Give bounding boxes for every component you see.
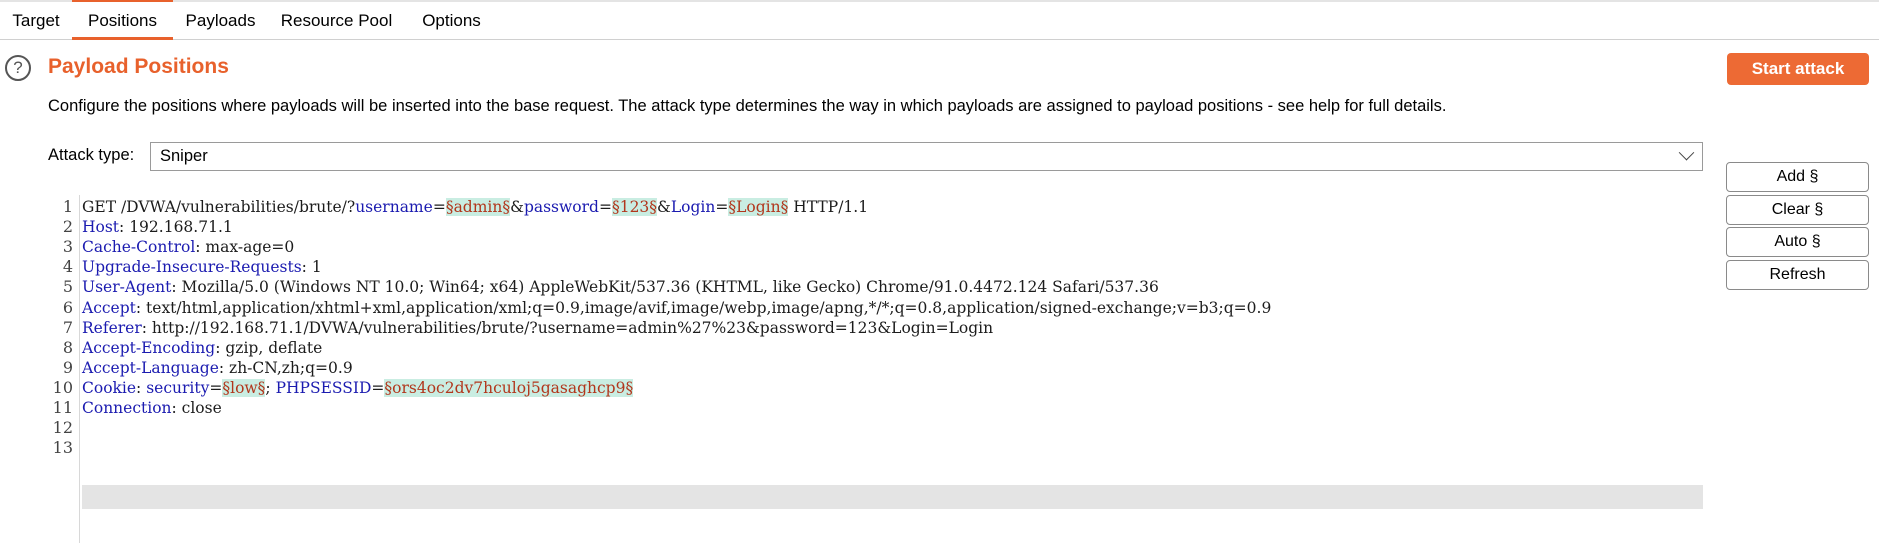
request-text-segment: : text/html,application/xhtml+xml,applic… (135, 298, 1272, 317)
tab-positions[interactable]: Positions (72, 0, 173, 40)
request-key: Accept (82, 298, 136, 317)
section-title: Payload Positions (48, 55, 229, 78)
request-text-segment: HTTP/1.1 (788, 198, 869, 216)
request-text-segment: = (598, 198, 612, 216)
request-key: Accept-Encoding (82, 338, 216, 357)
request-line: Connection: close (82, 396, 222, 420)
request-text-segment: & (510, 198, 524, 216)
request-text-segment: = (715, 198, 729, 216)
request-text[interactable]: GET /DVWA/vulnerabilities/brute/?usernam… (82, 195, 1703, 543)
question-circle-icon[interactable]: ? (5, 55, 31, 81)
request-text-segment: : zh-CN,zh;q=0.9 (218, 358, 353, 377)
auto-positions-button[interactable]: Auto § (1726, 227, 1869, 257)
request-text-segment: & (657, 198, 671, 216)
payload-position-marker: §ors4oc2dv7hculoj5gasaghcp9§ (384, 378, 634, 397)
request-text-segment: : http://192.168.71.1/DVWA/vulnerabiliti… (141, 318, 994, 337)
request-key: security (146, 378, 210, 397)
line-number: 4 (62, 257, 73, 277)
line-number: 7 (62, 317, 73, 337)
request-key: Referer (82, 318, 142, 337)
request-text-segment: : max-age=0 (195, 238, 295, 257)
line-number: 1 (62, 197, 73, 216)
refresh-button[interactable]: Refresh (1726, 260, 1869, 290)
request-key: Cache-Control (82, 238, 196, 257)
request-key: username (355, 198, 433, 216)
request-text-segment: ; (265, 378, 276, 397)
request-text-segment: : close (171, 399, 222, 417)
attack-type-value: Sniper (160, 147, 208, 165)
line-number-gutter: 1 2 3 4 5 6 7 8 9 10 11 12 13 (48, 195, 80, 543)
request-key: Accept-Language (82, 358, 219, 377)
request-text-segment: : 1 (301, 258, 322, 277)
add-position-button[interactable]: Add § (1726, 162, 1869, 192)
tab-bar: Target Positions Payloads Resource Pool … (0, 0, 1879, 40)
request-key: PHPSESSID (275, 378, 372, 397)
request-editor[interactable]: 1 2 3 4 5 6 7 8 9 10 11 12 13 GET /DVWA/vulnerabilit… (48, 195, 1703, 543)
tab-target[interactable]: Target (0, 2, 72, 39)
line-number: 6 (62, 297, 73, 317)
line-number: 11 (52, 398, 73, 417)
tab-payloads[interactable]: Payloads (173, 2, 268, 39)
clear-positions-button[interactable]: Clear § (1726, 195, 1869, 225)
attack-type-select[interactable]: Sniper (150, 142, 1703, 171)
current-line-highlight (82, 485, 1703, 509)
request-key: password (523, 198, 599, 216)
request-key: Cookie (82, 378, 137, 397)
request-key: Upgrade-Insecure-Requests (82, 258, 302, 277)
tab-resource-pool[interactable]: Resource Pool (268, 2, 405, 39)
start-attack-button[interactable]: Start attack (1727, 53, 1869, 85)
line-number: 5 (62, 277, 73, 297)
payload-position-marker: §admin§ (445, 198, 511, 216)
chevron-down-icon (1678, 144, 1695, 161)
tab-options[interactable]: Options (405, 2, 498, 39)
request-text-segment: GET /DVWA/vulnerabilities/brute/? (82, 198, 356, 216)
request-key: Host (82, 218, 120, 237)
line-number: 13 (52, 438, 73, 458)
line-number: 9 (62, 357, 73, 377)
line-number: 12 (52, 418, 73, 438)
request-text-segment: : 192.168.71.1 (119, 218, 233, 237)
request-text-segment: = (432, 198, 446, 216)
payload-position-marker: §123§ (611, 198, 658, 216)
line-number: 2 (62, 217, 73, 237)
attack-type-label: Attack type: (48, 146, 135, 164)
request-text-segment: = (371, 378, 385, 397)
request-key: User-Agent (82, 278, 172, 297)
request-key: Login (670, 198, 716, 216)
line-number: 10 (52, 377, 73, 397)
request-key: Connection (82, 399, 172, 417)
payload-position-marker: §low§ (222, 378, 266, 397)
request-text-segment: : gzip, deflate (215, 338, 323, 357)
request-text-segment: : Mozilla/5.0 (Windows NT 10.0; Win64; x… (171, 278, 1159, 297)
line-number: 8 (62, 337, 73, 357)
request-text-segment: : (136, 378, 147, 397)
payload-position-marker: §Login§ (728, 198, 789, 216)
line-number: 3 (62, 237, 73, 257)
request-text-segment: = (209, 378, 223, 397)
section-description: Configure the positions where payloads w… (48, 97, 1447, 115)
